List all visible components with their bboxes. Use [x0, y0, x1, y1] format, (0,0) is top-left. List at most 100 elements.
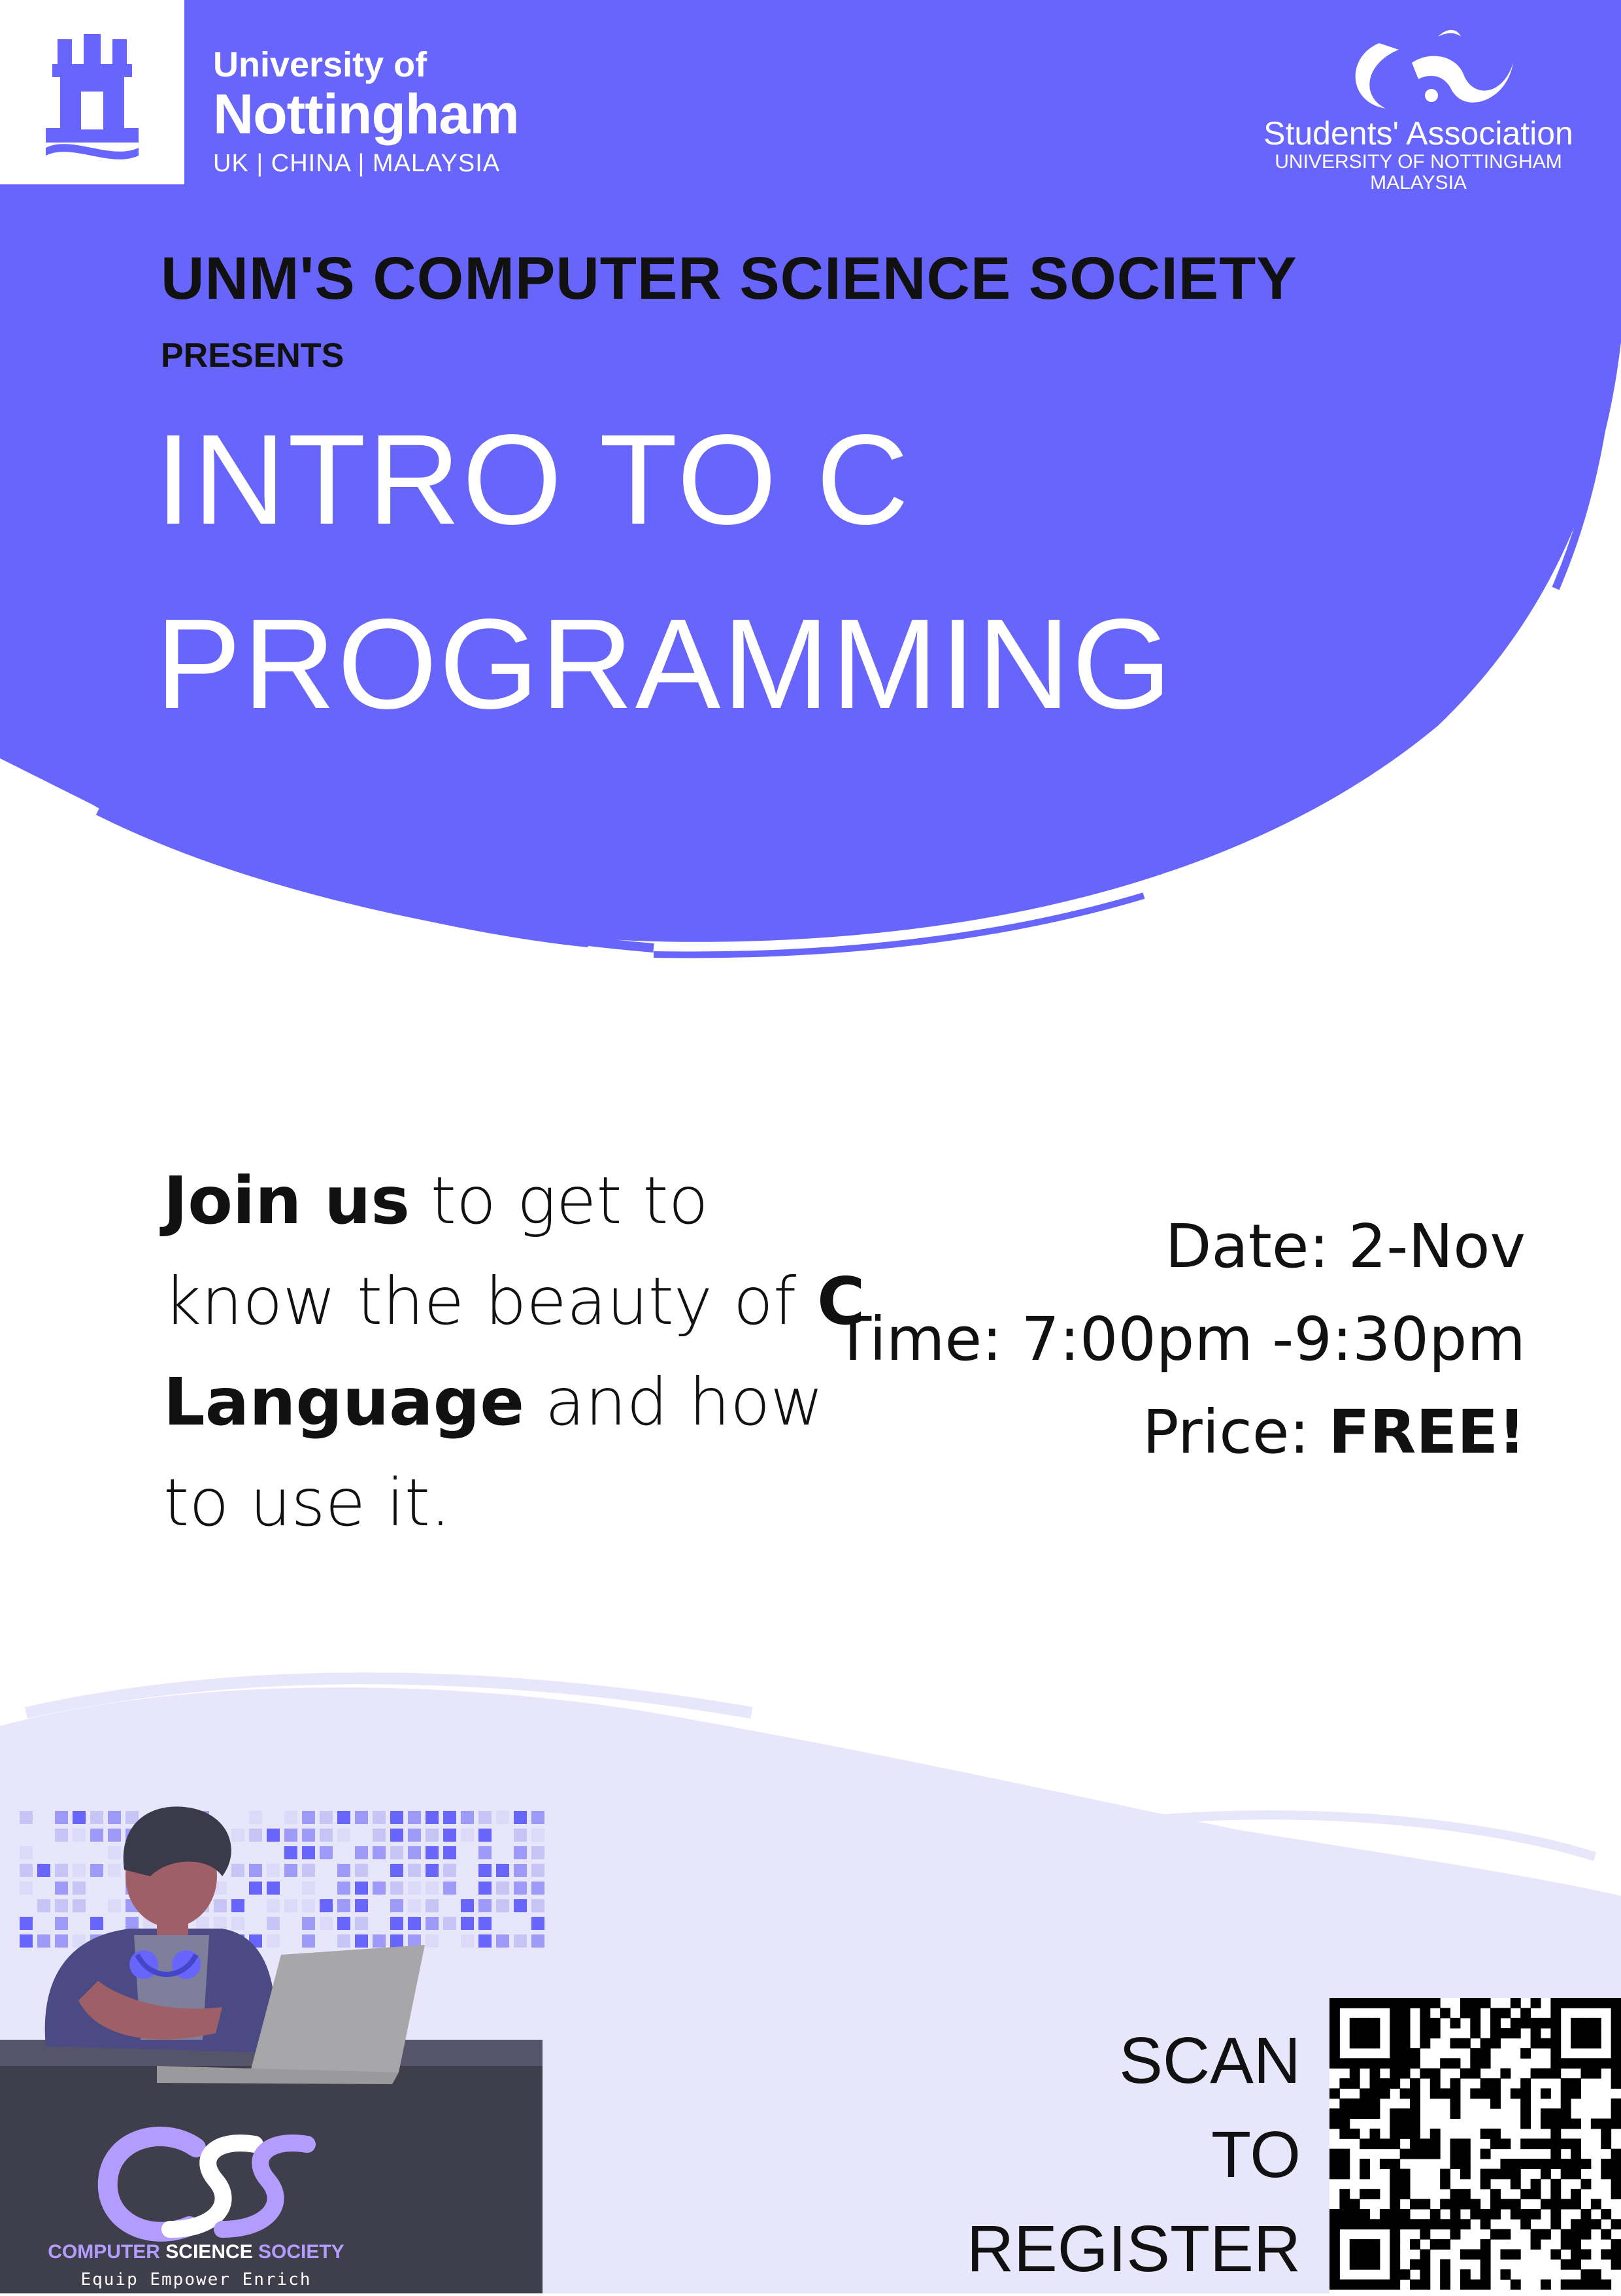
qr-module	[1349, 2078, 1360, 2089]
qr-module	[1540, 2279, 1551, 2290]
qr-module	[1480, 2208, 1491, 2220]
pixel-cell	[461, 1934, 474, 1948]
qr-module	[1369, 2078, 1380, 2089]
pixel-cell	[55, 1917, 68, 1930]
event-details: Date: 2-Nov Time: 7:00pm -9:30pm Price: …	[835, 1200, 1526, 1479]
qr-module	[1390, 2017, 1401, 2029]
qr-module	[1429, 1998, 1441, 2008]
pixel-cell	[337, 1882, 350, 1895]
qr-module	[1379, 2088, 1390, 2099]
pixel-cell	[302, 1934, 315, 1948]
pixel-cell	[531, 1811, 544, 1824]
qr-module	[1390, 2229, 1401, 2240]
pixel-cell	[37, 1864, 50, 1877]
qr-module	[1450, 2159, 1461, 2169]
qr-module	[1410, 2239, 1420, 2250]
pixel-cell	[478, 1917, 492, 1930]
qr-module	[1450, 2078, 1461, 2089]
qr-module	[1470, 2058, 1481, 2069]
qr-module	[1540, 2118, 1551, 2129]
qr-module	[1480, 2169, 1491, 2180]
qr-module	[1360, 2279, 1371, 2290]
pixel-cell	[231, 1829, 244, 1842]
qr-module	[1450, 2208, 1461, 2220]
qr-module	[1420, 2148, 1431, 2159]
pixel-cell	[355, 1917, 368, 1930]
qr-module	[1429, 2128, 1441, 2139]
qr-module	[1420, 2269, 1431, 2280]
qr-module	[1480, 2078, 1491, 2089]
qr-module	[1601, 2229, 1612, 2240]
qr-module	[1399, 2148, 1411, 2159]
qr-module	[1530, 2189, 1541, 2200]
qr-module	[1500, 2199, 1511, 2210]
qr-module	[1500, 2169, 1511, 2180]
qr-module	[1580, 2269, 1592, 2280]
qr-module	[1349, 2058, 1360, 2069]
qr-module	[1369, 2068, 1380, 2079]
pixel-cell	[108, 1846, 121, 1859]
qr-module	[1611, 2249, 1621, 2260]
qr-module	[1460, 2159, 1471, 2169]
qr-module	[1410, 2118, 1420, 2129]
qr-module	[1580, 2038, 1592, 2049]
qr-module	[1540, 2038, 1551, 2049]
qr-module	[1540, 2068, 1551, 2079]
pixel-cell	[20, 1864, 33, 1877]
qr-module	[1480, 2219, 1491, 2230]
qr-module	[1601, 2279, 1612, 2290]
qr-module	[1550, 2249, 1562, 2260]
qr-module	[1420, 2199, 1431, 2210]
qr-module	[1530, 2159, 1541, 2169]
registration-qr-code[interactable]	[1329, 1998, 1621, 2293]
qr-module	[1349, 2068, 1360, 2079]
qr-module	[1429, 2239, 1441, 2250]
qr-module	[1390, 2118, 1401, 2129]
qr-module	[1611, 2239, 1621, 2250]
qr-module	[1480, 2269, 1491, 2280]
qr-module	[1560, 2098, 1571, 2109]
qr-module	[1520, 2138, 1531, 2150]
pixel-cell	[478, 1811, 492, 1824]
pixel-cell	[408, 1899, 421, 1912]
qr-module	[1349, 2028, 1360, 2039]
qr-module	[1540, 2199, 1551, 2210]
qr-module	[1369, 2098, 1380, 2109]
qr-module	[1571, 2259, 1581, 2270]
pixel-cell	[55, 1882, 68, 1895]
pixel-cell	[390, 1917, 403, 1930]
pixel-cell	[302, 1899, 315, 1912]
qr-module	[1410, 2128, 1420, 2139]
qr-module	[1480, 2239, 1491, 2250]
pixel-cell	[37, 1934, 50, 1948]
pixel-cell	[426, 1864, 439, 1877]
qr-module	[1399, 1998, 1411, 2008]
pixel-cell	[426, 1899, 439, 1912]
qr-module	[1460, 1998, 1471, 2008]
qr-module	[1490, 2008, 1501, 2019]
pixel-cell	[320, 1846, 333, 1859]
qr-module	[1349, 2219, 1360, 2230]
qr-module	[1550, 2068, 1562, 2079]
qr-module	[1601, 2118, 1612, 2129]
qr-module	[1470, 2068, 1481, 2079]
qr-module	[1420, 2229, 1431, 2240]
qr-module	[1510, 2169, 1521, 2180]
qr-module	[1379, 1998, 1390, 2008]
pixel-cell	[267, 1864, 280, 1877]
qr-module	[1440, 2269, 1451, 2280]
event-description: Join us to get to know the beauty of C L…	[163, 1151, 869, 1553]
pixel-cell	[478, 1899, 492, 1912]
qr-module	[1379, 2159, 1390, 2169]
qr-module	[1440, 2008, 1451, 2019]
qr-module	[1480, 2058, 1491, 2069]
pixel-cell	[90, 1811, 103, 1824]
qr-module	[1450, 2138, 1461, 2150]
qr-module	[1410, 2108, 1420, 2119]
qr-module	[1360, 2169, 1371, 2180]
pixel-cell	[373, 1811, 386, 1824]
qr-module	[1339, 2208, 1350, 2220]
pixel-cell	[461, 1829, 474, 1842]
pixel-cell	[408, 1846, 421, 1859]
qr-module	[1440, 2199, 1451, 2210]
